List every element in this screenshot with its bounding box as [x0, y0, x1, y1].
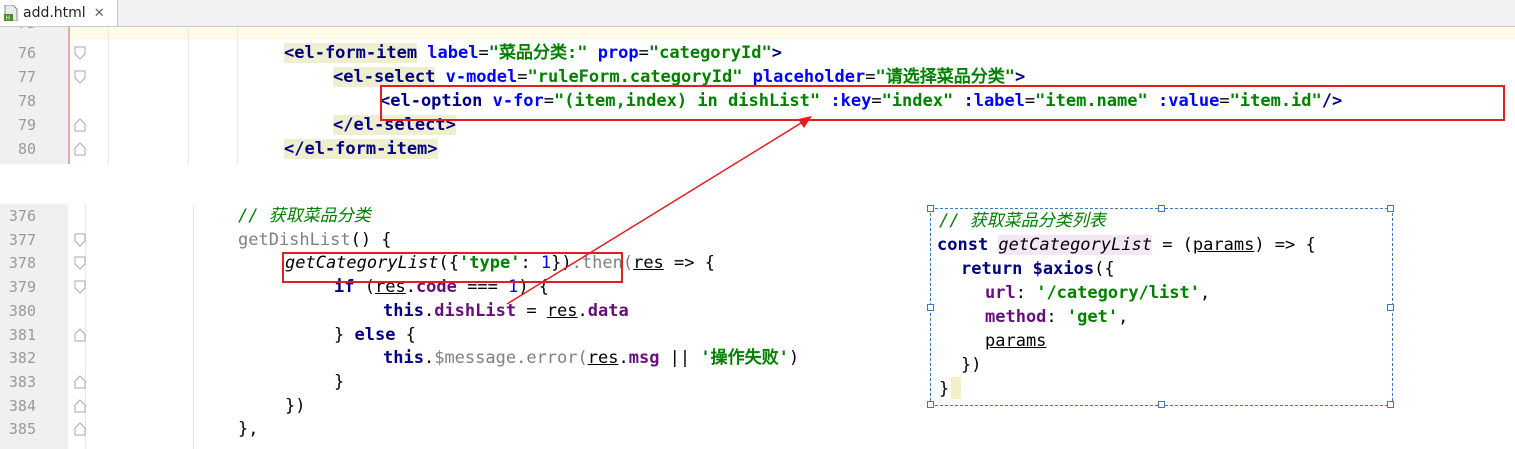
annotation-arrow [506, 116, 812, 305]
